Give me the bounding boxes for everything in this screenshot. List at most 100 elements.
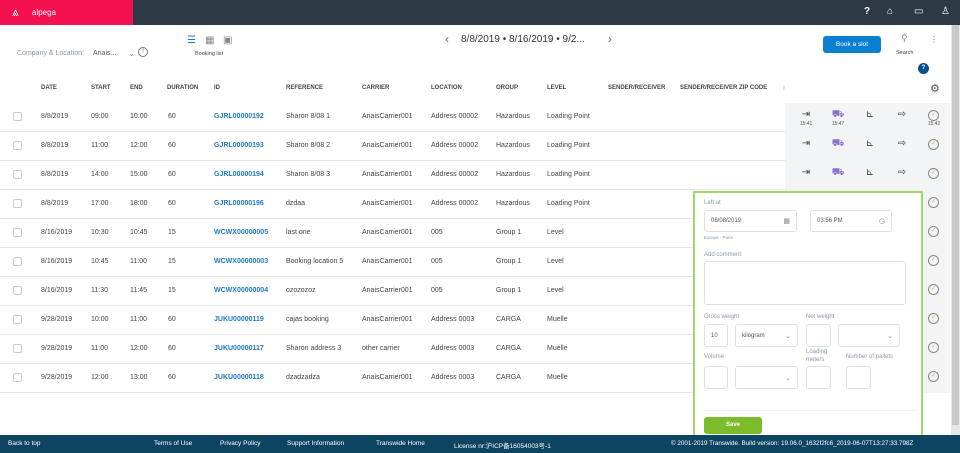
volume-input[interactable] [704,366,728,389]
table-row[interactable]: 8/8/2019 17:00 18:00 60 GJRL00000196 dzdaa Ana… [0,190,785,219]
cell-id[interactable]: GJRL00000194 [214,171,264,178]
save-button[interactable]: Save [704,417,762,434]
status-check-icon[interactable]: ✓ [928,255,939,266]
privacy-link[interactable]: Privacy Policy [220,440,260,447]
loading-meters-input[interactable] [806,366,831,389]
row-checkbox[interactable] [13,344,22,353]
company-location-select[interactable]: Anais... [93,50,116,57]
user-icon[interactable]: ♙ [941,6,950,17]
help-button[interactable]: ? [918,63,929,74]
net-weight-input[interactable] [806,324,831,347]
check-out-icon[interactable]: ⇨ [892,138,912,149]
calendar-day-icon[interactable]: ▣ [223,35,232,46]
info-icon[interactable]: ! [138,47,148,57]
column-header-reference[interactable]: REFERENCE [286,85,323,91]
unloading-cart-icon[interactable]: ⊾ [860,167,880,178]
transwide-home-link[interactable]: Transwide Home [376,440,425,447]
check-out-icon[interactable]: ⇨ [892,167,912,178]
table-row[interactable]: 8/8/2019 14:00 15:00 60 GJRL00000194 Sharon 8… [0,161,785,190]
loading-cart-icon[interactable]: ⛟ [828,138,848,151]
cell-id[interactable]: JUKU00000117 [214,345,264,352]
column-header-id[interactable]: ID [214,85,220,91]
status-check-icon[interactable]: ✓ [928,197,939,208]
gross-weight-input[interactable]: 10 [704,324,728,347]
table-row[interactable]: 8/16/2019 10:45 11:00 15 WCWX00000003 Booking… [0,248,785,277]
net-unit-select[interactable]: ⌄ [838,324,900,347]
check-in-icon[interactable]: ⇥ [796,167,816,178]
cell-id[interactable]: WCWX00000004 [214,287,268,294]
check-out-icon[interactable]: ⇨ [892,109,912,120]
cell-id[interactable]: WCWX00000003 [214,258,268,265]
row-checkbox[interactable] [13,257,22,266]
chat-icon[interactable]: ▭ [914,6,923,17]
table-row[interactable]: 9/28/2019 10:00 11:00 60 JUKU00000119 cajas b… [0,306,785,335]
column-header-level[interactable]: LEVEL [547,85,566,91]
cell-id[interactable]: WCWX00000005 [214,229,268,236]
column-options-icon[interactable]: ⁝ [783,85,785,92]
row-checkbox[interactable] [13,112,22,121]
cell-id[interactable]: GJRL00000196 [214,200,264,207]
cell-id[interactable]: JUKU00000119 [214,316,264,323]
table-row[interactable]: 8/16/2019 11:30 11:45 15 WCWX00000004 ozozozo… [0,277,785,306]
calendar-icon[interactable]: ▦ [783,217,790,225]
support-link[interactable]: Support Information [287,440,344,447]
search-icon[interactable]: ⚲ [901,33,908,44]
column-header-end[interactable]: END [130,85,143,91]
scrollbar-thumb[interactable] [952,25,959,425]
column-header-location[interactable]: LOCATION [431,85,462,91]
time-input[interactable]: 03:56 PM ◷ [810,210,892,232]
status-check-icon[interactable]: ✓ [928,371,939,382]
status-check-icon[interactable]: ✓ [928,110,939,121]
calendar-grid-icon[interactable]: ▦ [205,35,214,46]
clock-icon[interactable]: ◷ [879,217,885,225]
status-check-icon[interactable]: ✓ [928,168,939,179]
column-header-duration[interactable]: DURATION [167,85,198,91]
list-view-icon[interactable]: ☰ [187,35,196,46]
table-row[interactable]: 9/28/2019 12:00 13:00 60 JUKU00000118 dzadzad… [0,364,785,393]
status-check-icon[interactable]: ✓ [928,226,939,237]
help-icon[interactable]: ? [864,6,870,17]
row-checkbox[interactable] [13,228,22,237]
gross-unit-select[interactable]: kilogram ⌄ [735,324,798,347]
column-header-start[interactable]: START [91,85,111,91]
row-checkbox[interactable] [13,199,22,208]
cell-id[interactable]: GJRL00000192 [214,113,264,120]
status-check-icon[interactable]: ✓ [928,139,939,150]
check-in-icon[interactable]: ⇥ [796,109,816,120]
column-header-sender-receiver-zip-code[interactable]: SENDER/RECEIVER ZIP CODE [680,85,767,91]
volume-unit-select[interactable]: ⌄ [735,366,798,389]
row-checkbox[interactable] [13,170,22,179]
row-checkbox[interactable] [13,141,22,150]
table-row[interactable]: 9/28/2019 11:00 12:00 60 JUKU00000117 Sharon … [0,335,785,364]
pallets-input[interactable] [846,366,871,389]
comment-textarea[interactable] [704,261,906,305]
settings-gear-icon[interactable]: ⚙ [930,82,940,95]
chevron-down-icon[interactable]: ⌄ [128,49,135,58]
row-checkbox[interactable] [13,286,22,295]
table-row[interactable]: 8/16/2019 10:30 10:45 15 WCWX00000005 last on… [0,219,785,248]
column-header-group[interactable]: GROUP [496,85,518,91]
row-checkbox[interactable] [13,373,22,382]
column-header-sender-receiver[interactable]: SENDER/RECEIVER [608,85,665,91]
row-checkbox[interactable] [13,315,22,324]
unloading-cart-icon[interactable]: ⊾ [860,109,880,120]
loading-cart-icon[interactable]: ⛟ [828,167,848,180]
prev-date-button[interactable]: ‹ [445,32,449,46]
more-menu-icon[interactable]: ⋮ [930,36,938,44]
check-in-icon[interactable]: ⇥ [796,138,816,149]
back-to-top-link[interactable]: Back to top [8,440,41,447]
book-slot-button[interactable]: Book a slot [823,36,881,53]
status-check-icon[interactable]: ✓ [928,313,939,324]
home-icon[interactable]: ⌂ [887,6,893,17]
date-input[interactable]: 08/08/2019 ▦ [704,210,797,232]
cell-id[interactable]: GJRL00000193 [214,142,264,149]
brand-logo[interactable]: ⩓ alpega [0,0,133,25]
unloading-cart-icon[interactable]: ⊾ [860,138,880,149]
column-header-date[interactable]: DATE [41,85,57,91]
next-date-button[interactable]: › [608,32,612,46]
status-check-icon[interactable]: ✓ [928,284,939,295]
table-row[interactable]: 8/8/2019 11:00 12:00 60 GJRL00000193 Sharon 8… [0,132,785,161]
table-row[interactable]: 8/8/2019 09:00 10:00 60 GJRL00000192 Sharon 8… [0,103,785,132]
column-header-carrier[interactable]: CARRIER [362,85,389,91]
terms-link[interactable]: Terms of Use [154,440,192,447]
